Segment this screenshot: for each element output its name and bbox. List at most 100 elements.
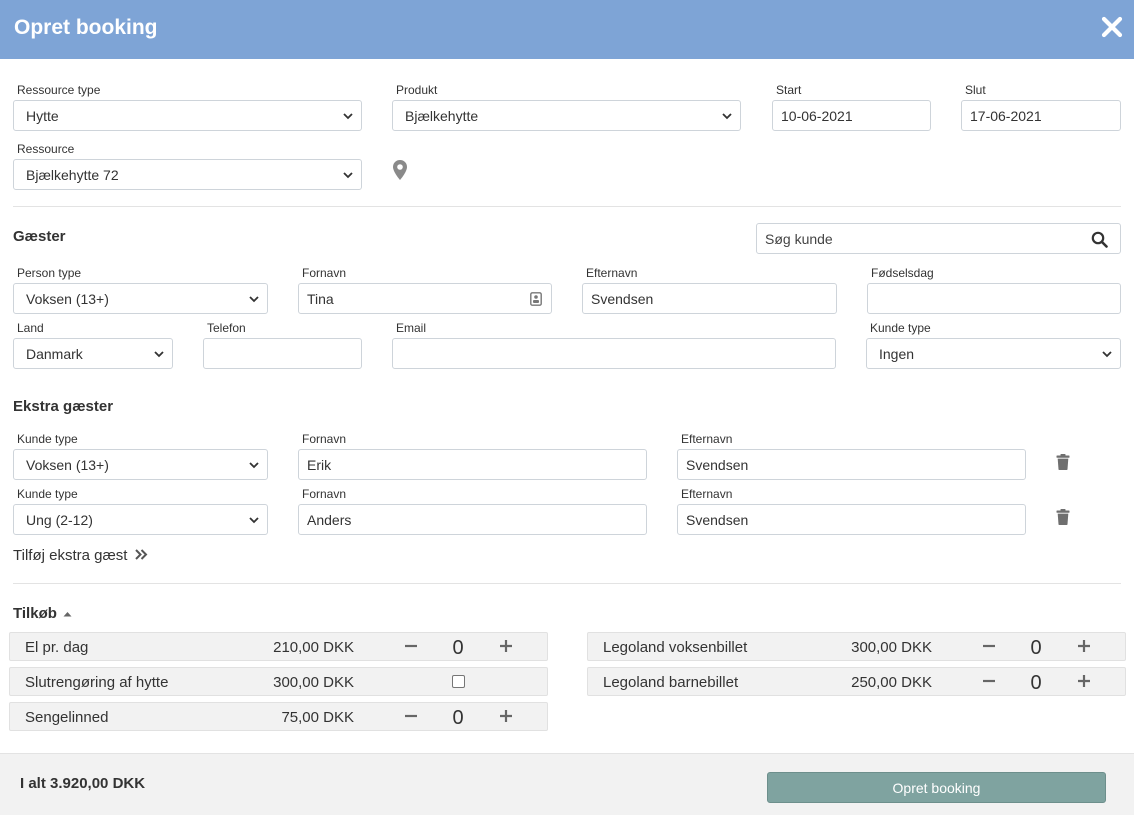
plus-icon[interactable] bbox=[1076, 638, 1092, 654]
search-icon[interactable] bbox=[1091, 231, 1108, 248]
phone-label: Telefon bbox=[207, 321, 246, 335]
birthday-input[interactable] bbox=[867, 283, 1121, 314]
customer-type-label: Kunde type bbox=[870, 321, 931, 335]
lastname-value: Svendsen bbox=[591, 291, 654, 307]
extra-guest-type-value: Ung (2-12) bbox=[26, 512, 93, 528]
map-marker-icon[interactable] bbox=[392, 159, 408, 181]
end-date-input[interactable]: 17-06-2021 bbox=[961, 100, 1121, 131]
person-type-select[interactable]: Voksen (13+) bbox=[13, 283, 268, 314]
extra-guest-firstname-input[interactable]: Erik bbox=[298, 449, 647, 480]
addon-row: Slutrengøring af hytte 300,00 DKK bbox=[9, 667, 548, 696]
start-label: Start bbox=[776, 83, 802, 97]
extra-guest-firstname-input[interactable]: Anders bbox=[298, 504, 647, 535]
lastname-label: Efternavn bbox=[586, 266, 638, 280]
person-type-label: Person type bbox=[17, 266, 82, 280]
extra-guests-heading: Ekstra gæster bbox=[13, 398, 114, 415]
minus-icon[interactable] bbox=[403, 708, 419, 724]
addon-name: Legoland barnebillet bbox=[603, 674, 739, 691]
addons-heading: Tilkøb bbox=[13, 605, 57, 622]
add-extra-guest-label: Tilføj ekstra gæst bbox=[13, 547, 128, 564]
country-label: Land bbox=[17, 321, 44, 335]
chevron-down-icon bbox=[1102, 351, 1112, 358]
lastname-input[interactable]: Svendsen bbox=[582, 283, 837, 314]
addon-name: El pr. dag bbox=[25, 639, 89, 656]
country-value: Danmark bbox=[26, 346, 83, 362]
chevron-down-icon bbox=[249, 517, 259, 524]
extra-guest-firstname-value: Erik bbox=[307, 457, 332, 473]
email-input[interactable] bbox=[392, 338, 836, 369]
country-select[interactable]: Danmark bbox=[13, 338, 173, 369]
add-extra-guest-link[interactable]: Tilføj ekstra gæst bbox=[13, 547, 148, 564]
chevron-down-icon bbox=[249, 462, 259, 469]
addon-row: Sengelinned 75,00 DKK 0 bbox=[9, 702, 548, 731]
resource-type-select[interactable]: Hytte bbox=[13, 100, 362, 131]
firstname-label: Fornavn bbox=[302, 266, 347, 280]
product-label: Produkt bbox=[396, 83, 438, 97]
trash-icon[interactable] bbox=[1056, 509, 1070, 525]
modal-header: Opret booking bbox=[0, 0, 1134, 59]
addon-price: 250,00 DKK bbox=[851, 674, 932, 691]
extra-guest-firstname-label: Fornavn bbox=[302, 487, 347, 501]
extra-guest-type-label: Kunde type bbox=[17, 432, 78, 446]
chevron-down-icon bbox=[154, 351, 164, 358]
end-date-value: 17-06-2021 bbox=[970, 108, 1042, 124]
extra-guest-type-select[interactable]: Voksen (13+) bbox=[13, 449, 268, 480]
search-customer-input[interactable]: Søg kunde bbox=[756, 223, 1121, 254]
modal-title: Opret booking bbox=[14, 16, 158, 39]
resource-type-value: Hytte bbox=[26, 108, 59, 124]
firstname-value: Tina bbox=[307, 291, 334, 307]
close-icon[interactable] bbox=[1100, 12, 1124, 42]
addon-quantity: 0 bbox=[1030, 672, 1042, 694]
plus-icon[interactable] bbox=[498, 638, 514, 654]
addon-price: 300,00 DKK bbox=[273, 674, 354, 691]
customer-type-select[interactable]: Ingen bbox=[866, 338, 1121, 369]
firstname-input[interactable]: Tina bbox=[298, 283, 552, 314]
start-date-input[interactable]: 10-06-2021 bbox=[772, 100, 931, 131]
start-date-value: 10-06-2021 bbox=[781, 108, 853, 124]
search-customer-placeholder: Søg kunde bbox=[765, 231, 833, 247]
addon-name: Sengelinned bbox=[25, 709, 109, 726]
extra-guest-lastname-value: Svendsen bbox=[686, 457, 749, 473]
addon-name: Legoland voksenbillet bbox=[603, 639, 748, 656]
total-amount: I alt 3.920,00 DKK bbox=[20, 775, 146, 792]
plus-icon[interactable] bbox=[1076, 673, 1092, 689]
addon-price: 300,00 DKK bbox=[851, 639, 932, 656]
double-chevron-right-icon bbox=[134, 549, 148, 560]
booking-modal: Opret booking Ressource type Hytte Produ… bbox=[0, 0, 1134, 815]
addon-row: Legoland barnebillet 250,00 DKK 0 bbox=[587, 667, 1126, 696]
chevron-down-icon bbox=[343, 113, 353, 120]
resource-select[interactable]: Bjælkehytte 72 bbox=[13, 159, 362, 190]
addon-row: El pr. dag 210,00 DKK 0 bbox=[9, 632, 548, 661]
extra-guest-lastname-label: Efternavn bbox=[681, 432, 733, 446]
divider bbox=[13, 206, 1121, 207]
divider bbox=[13, 583, 1121, 584]
extra-guest-lastname-input[interactable]: Svendsen bbox=[677, 504, 1026, 535]
extra-guest-firstname-label: Fornavn bbox=[302, 432, 347, 446]
addons-toggle[interactable]: Tilkøb bbox=[13, 605, 72, 622]
addon-name: Slutrengøring af hytte bbox=[25, 674, 169, 691]
caret-up-icon bbox=[63, 612, 72, 617]
resource-label: Ressource bbox=[17, 142, 75, 156]
minus-icon[interactable] bbox=[403, 638, 419, 654]
modal-footer: I alt 3.920,00 DKK Opret booking bbox=[0, 753, 1134, 815]
addon-price: 210,00 DKK bbox=[273, 639, 354, 656]
minus-icon[interactable] bbox=[981, 638, 997, 654]
addon-quantity: 0 bbox=[1030, 637, 1042, 659]
addon-checkbox[interactable] bbox=[452, 675, 465, 688]
extra-guest-lastname-input[interactable]: Svendsen bbox=[677, 449, 1026, 480]
guests-heading: Gæster bbox=[13, 228, 66, 245]
end-label: Slut bbox=[965, 83, 986, 97]
trash-icon[interactable] bbox=[1056, 454, 1070, 470]
extra-guest-type-select[interactable]: Ung (2-12) bbox=[13, 504, 268, 535]
extra-guest-lastname-label: Efternavn bbox=[681, 487, 733, 501]
addon-quantity: 0 bbox=[452, 707, 464, 729]
contact-card-icon[interactable] bbox=[530, 292, 542, 306]
addon-price: 75,00 DKK bbox=[281, 709, 354, 726]
phone-input[interactable] bbox=[203, 338, 362, 369]
plus-icon[interactable] bbox=[498, 708, 514, 724]
product-select[interactable]: Bjælkehytte bbox=[392, 100, 741, 131]
create-booking-button[interactable]: Opret booking bbox=[767, 772, 1106, 803]
minus-icon[interactable] bbox=[981, 673, 997, 689]
chevron-down-icon bbox=[249, 296, 259, 303]
customer-type-value: Ingen bbox=[879, 346, 915, 362]
